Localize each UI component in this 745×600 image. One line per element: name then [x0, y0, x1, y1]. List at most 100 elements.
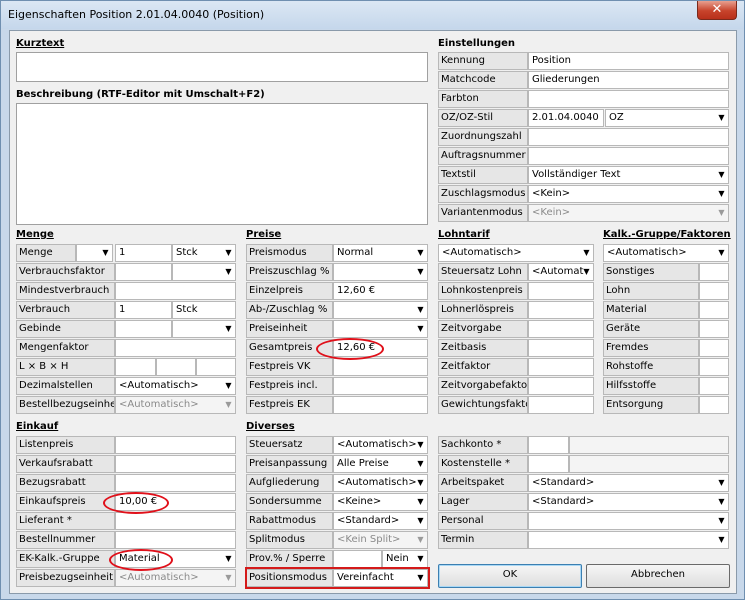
lohn-value[interactable]	[699, 282, 729, 300]
listenpreis-value[interactable]	[115, 436, 236, 454]
rohstoffe-value[interactable]	[699, 358, 729, 376]
chevron-down-icon: ▼	[718, 478, 725, 487]
preiseinheit-dropdown[interactable]: ▼	[333, 320, 428, 338]
mengenfaktor-label: Mengenfaktor	[16, 339, 115, 357]
lohnkostenpreis-value[interactable]	[528, 282, 594, 300]
menge-value[interactable]: 1	[115, 244, 172, 262]
preisanpassung-label: Preisanpassung	[246, 455, 333, 473]
zeitvorgabe-value[interactable]	[528, 320, 594, 338]
oz-value[interactable]: 2.01.04.0040	[528, 109, 604, 127]
verbrauchsfaktor-value[interactable]	[115, 263, 172, 281]
auftragsnummer-value[interactable]	[528, 147, 729, 165]
farbton-value[interactable]	[528, 90, 729, 108]
hilfsstoffe-value[interactable]	[699, 377, 729, 395]
beschreibung-heading: Beschreibung (RTF-Editor mit Umschalt+F2…	[16, 89, 265, 100]
menge-operator-dropdown[interactable]: ▼	[76, 244, 113, 262]
abzuschlag-dropdown[interactable]: ▼	[333, 301, 428, 319]
steuersatz-lohn-dropdown[interactable]: <Automat ▼	[528, 263, 594, 281]
preisanpassung-dropdown[interactable]: Alle Preise ▼	[333, 455, 428, 473]
bestellnummer-value[interactable]	[115, 531, 236, 549]
menge-unit-dropdown[interactable]: Stck ▼	[172, 244, 236, 262]
chevron-down-icon: ▼	[718, 113, 725, 122]
matchcode-value[interactable]: Gliederungen	[528, 71, 729, 89]
prov-sperre-label: Prov.% / Sperre	[246, 550, 333, 568]
lieferant-value[interactable]	[115, 512, 236, 530]
sonstiges-value[interactable]	[699, 263, 729, 281]
kurztext-input[interactable]	[16, 52, 428, 82]
hoehe-value[interactable]	[196, 358, 236, 376]
rohstoffe-label: Rohstoffe	[603, 358, 699, 376]
kalk-gruppe-dropdown[interactable]: <Automatisch> ▼	[603, 244, 729, 262]
aufgliederung-dropdown[interactable]: <Automatisch> ▼	[333, 474, 428, 492]
steuersatz-dropdown[interactable]: <Automatisch> ▼	[333, 436, 428, 454]
oz-stil-dropdown[interactable]: OZ ▼	[605, 109, 729, 127]
positionsmodus-highlight-box	[245, 567, 430, 589]
preismodus-dropdown[interactable]: Normal ▼	[333, 244, 428, 262]
termin-dropdown[interactable]: ▼	[528, 531, 729, 549]
sachkonto-description	[569, 436, 729, 454]
gebinde-dropdown[interactable]: ▼	[172, 320, 236, 338]
preiszuschlag-dropdown[interactable]: ▼	[333, 263, 428, 281]
lohntarif-dropdown[interactable]: <Automatisch> ▼	[438, 244, 594, 262]
arbeitspaket-dropdown[interactable]: <Standard> ▼	[528, 474, 729, 492]
gewichtungsfaktor-value[interactable]	[528, 396, 594, 414]
rabattmodus-dropdown[interactable]: <Standard> ▼	[333, 512, 428, 530]
festpreisvk-value[interactable]	[333, 358, 428, 376]
zeitvorgabefaktor-value[interactable]	[528, 377, 594, 395]
chevron-down-icon: ▼	[225, 554, 232, 563]
sachkonto-value[interactable]	[528, 436, 569, 454]
chevron-down-icon: ▼	[417, 440, 424, 449]
personal-dropdown[interactable]: ▼	[528, 512, 729, 530]
kennung-value[interactable]: Position	[528, 52, 729, 70]
prov-value[interactable]	[333, 550, 382, 568]
verkaufsrabatt-value[interactable]	[115, 455, 236, 473]
dezimalstellen-dropdown[interactable]: <Automatisch> ▼	[115, 377, 236, 395]
mengenfaktor-value[interactable]	[115, 339, 236, 357]
textstil-dropdown[interactable]: Vollständiger Text ▼	[528, 166, 729, 184]
gewichtungsfaktor-label: Gewichtungsfaktor	[438, 396, 528, 414]
sachkonto-label: Sachkonto *	[438, 436, 528, 454]
entsorgung-value[interactable]	[699, 396, 729, 414]
chevron-down-icon: ▼	[225, 400, 232, 409]
zeitbasis-value[interactable]	[528, 339, 594, 357]
verbrauch-unit[interactable]: Stck	[172, 301, 236, 319]
ok-button[interactable]: OK	[438, 564, 582, 588]
breite-value[interactable]	[156, 358, 196, 376]
title-bar[interactable]: Eigenschaften Position 2.01.04.0040 (Pos…	[1, 1, 744, 29]
material-value[interactable]	[699, 301, 729, 319]
laenge-value[interactable]	[115, 358, 156, 376]
sondersumme-dropdown[interactable]: <Keine> ▼	[333, 493, 428, 511]
sperre-dropdown[interactable]: Nein ▼	[382, 550, 428, 568]
lager-dropdown[interactable]: <Standard> ▼	[528, 493, 729, 511]
zeitvorgabefaktor-label: Zeitvorgabefaktor	[438, 377, 528, 395]
bezugsrabatt-value[interactable]	[115, 474, 236, 492]
verbrauch-value[interactable]: 1	[115, 301, 172, 319]
splitmodus-label: Splitmodus	[246, 531, 333, 549]
zeitfaktor-value[interactable]	[528, 358, 594, 376]
chevron-down-icon: ▼	[718, 497, 725, 506]
kostenstelle-label: Kostenstelle *	[438, 455, 528, 473]
chevron-down-icon: ▼	[225, 248, 232, 257]
window-title: Eigenschaften Position 2.01.04.0040 (Pos…	[8, 8, 265, 21]
zuschlagsmodus-dropdown[interactable]: <Kein> ▼	[528, 185, 729, 203]
chevron-down-icon: ▼	[417, 554, 424, 563]
farbton-label: Farbton	[438, 90, 528, 108]
festpreisincl-value[interactable]	[333, 377, 428, 395]
dialog-client: Kurztext Beschreibung (RTF-Editor mit Um…	[9, 30, 737, 594]
abbrechen-button[interactable]: Abbrechen	[586, 564, 730, 588]
kostenstelle-value[interactable]	[528, 455, 569, 473]
verbrauchsfaktor-dropdown[interactable]: ▼	[172, 263, 236, 281]
gebinde-value[interactable]	[115, 320, 172, 338]
kurztext-heading: Kurztext	[16, 38, 65, 49]
fremdes-value[interactable]	[699, 339, 729, 357]
beschreibung-editor[interactable]	[16, 103, 428, 225]
close-button[interactable]: ✕	[697, 1, 737, 20]
lohnerloespreis-value[interactable]	[528, 301, 594, 319]
zuordnungszahl-value[interactable]	[528, 128, 729, 146]
festpreisek-value[interactable]	[333, 396, 428, 414]
geraete-value[interactable]	[699, 320, 729, 338]
lbh-label: L × B × H	[16, 358, 115, 376]
einzelpreis-value[interactable]: 12,60 €	[333, 282, 428, 300]
kennung-label: Kennung	[438, 52, 528, 70]
mindestverbrauch-value[interactable]	[115, 282, 236, 300]
